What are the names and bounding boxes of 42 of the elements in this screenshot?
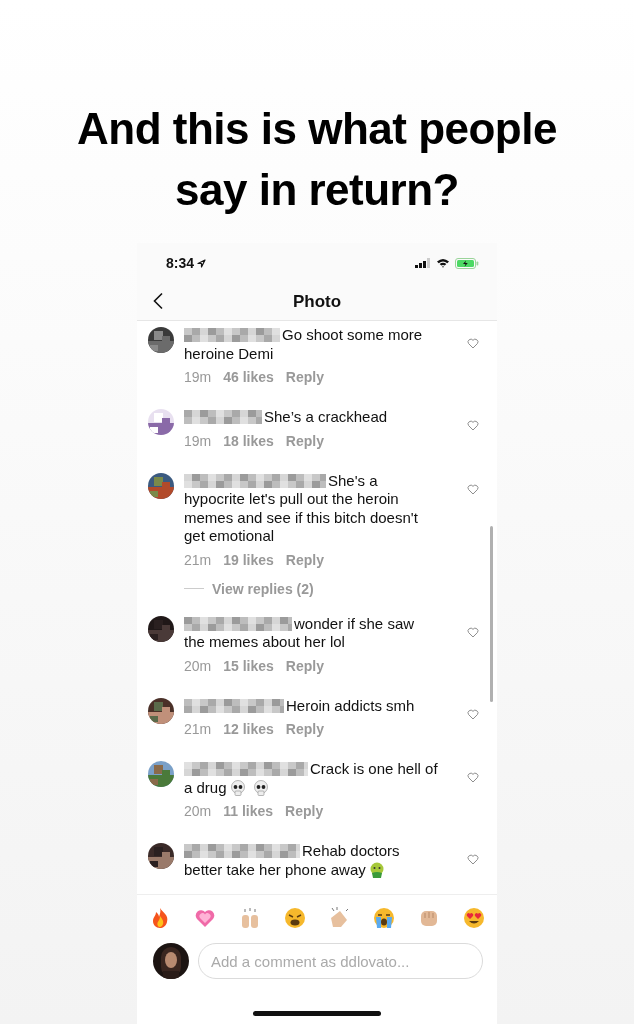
heart-icon[interactable] bbox=[193, 907, 216, 929]
back-icon[interactable] bbox=[152, 292, 164, 310]
headline: And this is what people say in return? bbox=[76, 103, 558, 216]
comment-time: 20m bbox=[184, 803, 212, 819]
battery-charging-icon bbox=[455, 257, 479, 269]
like-heart-icon[interactable] bbox=[467, 420, 479, 431]
comment-field[interactable]: Add a comment as ddlovato... bbox=[198, 943, 483, 979]
reply-link[interactable]: Reply bbox=[285, 551, 324, 568]
reply-link[interactable]: Reply bbox=[285, 432, 324, 449]
status-time: 8:34 bbox=[166, 255, 195, 271]
likes-link[interactable]: 12 likes bbox=[223, 721, 274, 737]
signal-icon bbox=[415, 258, 431, 268]
comment-time: 19m bbox=[184, 432, 212, 449]
location-arrow-icon bbox=[197, 258, 207, 268]
comment-time: 19m bbox=[184, 369, 212, 385]
reply-link[interactable]: Reply bbox=[285, 721, 324, 737]
skull-icon-pair bbox=[229, 779, 270, 796]
nauseated-face-icon bbox=[368, 861, 385, 878]
like-heart-icon[interactable] bbox=[467, 483, 479, 495]
reply-link[interactable]: Reply bbox=[285, 803, 324, 819]
comment-time: 21m bbox=[184, 551, 212, 568]
comment-text: Crack is one hell of a drug bbox=[184, 760, 439, 797]
weary-face-icon[interactable] bbox=[283, 907, 306, 929]
reply-link[interactable]: Reply bbox=[285, 657, 324, 674]
like-heart-icon[interactable] bbox=[467, 708, 479, 720]
view-replies-link[interactable]: View replies (2) bbox=[212, 580, 314, 597]
likes-link[interactable]: 46 likes bbox=[223, 369, 274, 385]
likes-link[interactable]: 18 likes bbox=[223, 432, 274, 449]
wifi-icon bbox=[436, 258, 450, 268]
likes-link[interactable]: 15 likes bbox=[223, 657, 274, 674]
screen-title: Photo bbox=[292, 291, 342, 312]
heart-eyes-face-icon[interactable] bbox=[462, 907, 485, 929]
reply-link[interactable]: Reply bbox=[285, 369, 324, 385]
like-heart-icon[interactable] bbox=[467, 338, 479, 349]
like-heart-icon[interactable] bbox=[467, 626, 479, 638]
like-heart-icon[interactable] bbox=[467, 772, 479, 783]
likes-link[interactable]: 11 likes bbox=[223, 803, 274, 819]
likes-link[interactable]: 19 likes bbox=[223, 551, 274, 568]
comment-time: 20m bbox=[184, 657, 212, 674]
comment-time: 21m bbox=[184, 721, 212, 737]
crying-face-icon[interactable] bbox=[373, 907, 396, 929]
like-heart-icon[interactable] bbox=[467, 854, 479, 865]
